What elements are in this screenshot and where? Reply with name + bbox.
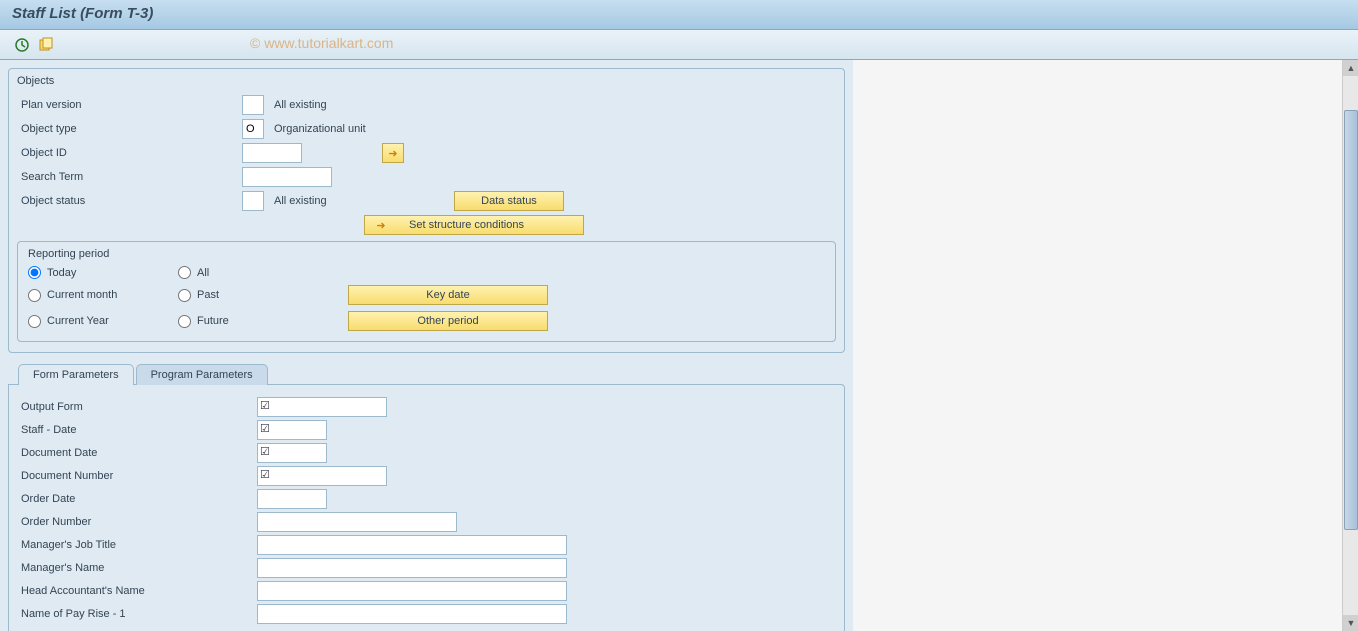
object-status-input[interactable]: [242, 191, 264, 211]
execute-icon[interactable]: [12, 35, 32, 55]
order-number-label: Order Number: [17, 516, 257, 528]
variant-icon[interactable]: [36, 35, 56, 55]
radio-all[interactable]: All: [178, 266, 328, 279]
reporting-period-title: Reporting period: [28, 248, 825, 260]
object-type-text: Organizational unit: [274, 123, 366, 135]
search-term-input[interactable]: [242, 167, 332, 187]
key-date-button[interactable]: Key date: [348, 285, 548, 305]
scrollbar-down-icon[interactable]: ▼: [1343, 615, 1358, 631]
plan-version-label: Plan version: [17, 99, 242, 111]
order-date-label: Order Date: [17, 493, 257, 505]
radio-current-month-input[interactable]: [28, 289, 41, 302]
object-status-label: Object status: [17, 195, 242, 207]
plan-version-text: All existing: [274, 99, 327, 111]
manager-name-label: Manager's Name: [17, 562, 257, 574]
radio-future-input[interactable]: [178, 315, 191, 328]
objects-group: Objects Plan version All existing Object…: [8, 68, 845, 353]
scrollbar[interactable]: ▲ ▼: [1342, 60, 1358, 631]
radio-all-input[interactable]: [178, 266, 191, 279]
tabs: Form Parameters Program Parameters: [18, 364, 845, 385]
radio-past-label: Past: [197, 289, 219, 301]
staff-date-label: Staff - Date: [17, 424, 257, 436]
arrow-right-icon: ➜: [371, 219, 391, 232]
page-title: Staff List (Form T-3): [12, 5, 1346, 22]
toolbar: © www.tutorialkart.com: [0, 30, 1358, 60]
document-number-input[interactable]: [257, 466, 387, 486]
data-status-button[interactable]: Data status: [454, 191, 564, 211]
order-number-input[interactable]: [257, 512, 457, 532]
order-date-input[interactable]: [257, 489, 327, 509]
tab-form-parameters[interactable]: Form Parameters: [18, 364, 134, 385]
object-id-label: Object ID: [17, 147, 242, 159]
head-accountant-label: Head Accountant's Name: [17, 585, 257, 597]
main-content: Objects Plan version All existing Object…: [0, 60, 853, 631]
radio-future-label: Future: [197, 315, 229, 327]
object-id-select-button[interactable]: ➜: [382, 143, 404, 163]
reporting-period-group: Reporting period Today All Current mont: [17, 241, 836, 342]
arrow-right-icon: ➜: [383, 147, 403, 160]
scrollbar-thumb[interactable]: [1344, 110, 1358, 530]
right-panel: ▲ ▼: [853, 60, 1358, 631]
radio-past[interactable]: Past: [178, 289, 328, 302]
head-accountant-input[interactable]: [257, 581, 567, 601]
document-date-label: Document Date: [17, 447, 257, 459]
output-form-label: Output Form: [17, 401, 257, 413]
radio-today-input[interactable]: [28, 266, 41, 279]
radio-current-month[interactable]: Current month: [28, 289, 178, 302]
radio-future[interactable]: Future: [178, 315, 328, 328]
radio-today[interactable]: Today: [28, 266, 178, 279]
radio-current-year[interactable]: Current Year: [28, 315, 178, 328]
search-term-label: Search Term: [17, 171, 242, 183]
object-status-text: All existing: [274, 195, 454, 207]
radio-current-month-label: Current month: [47, 289, 117, 301]
manager-job-title-label: Manager's Job Title: [17, 539, 257, 551]
staff-date-input[interactable]: [257, 420, 327, 440]
radio-all-label: All: [197, 267, 209, 279]
radio-past-input[interactable]: [178, 289, 191, 302]
radio-current-year-label: Current Year: [47, 315, 109, 327]
object-type-input[interactable]: [242, 119, 264, 139]
document-number-label: Document Number: [17, 470, 257, 482]
document-date-input[interactable]: [257, 443, 327, 463]
radio-today-label: Today: [47, 267, 76, 279]
object-id-input[interactable]: [242, 143, 302, 163]
tab-content-form-parameters: Output Form ☑ Staff - Date ☑ Document Da…: [8, 384, 845, 631]
radio-current-year-input[interactable]: [28, 315, 41, 328]
set-structure-label: Set structure conditions: [409, 219, 524, 231]
pay-rise-1-label: Name of Pay Rise - 1: [17, 608, 257, 620]
watermark-text: © www.tutorialkart.com: [250, 35, 393, 51]
tab-program-parameters[interactable]: Program Parameters: [136, 364, 268, 385]
title-bar: Staff List (Form T-3): [0, 0, 1358, 30]
manager-name-input[interactable]: [257, 558, 567, 578]
plan-version-input[interactable]: [242, 95, 264, 115]
pay-rise-1-input[interactable]: [257, 604, 567, 624]
set-structure-button[interactable]: ➜ Set structure conditions: [364, 215, 584, 235]
objects-group-title: Objects: [17, 75, 836, 87]
object-type-label: Object type: [17, 123, 242, 135]
scrollbar-up-icon[interactable]: ▲: [1343, 60, 1358, 76]
other-period-button[interactable]: Other period: [348, 311, 548, 331]
output-form-input[interactable]: [257, 397, 387, 417]
manager-job-title-input[interactable]: [257, 535, 567, 555]
